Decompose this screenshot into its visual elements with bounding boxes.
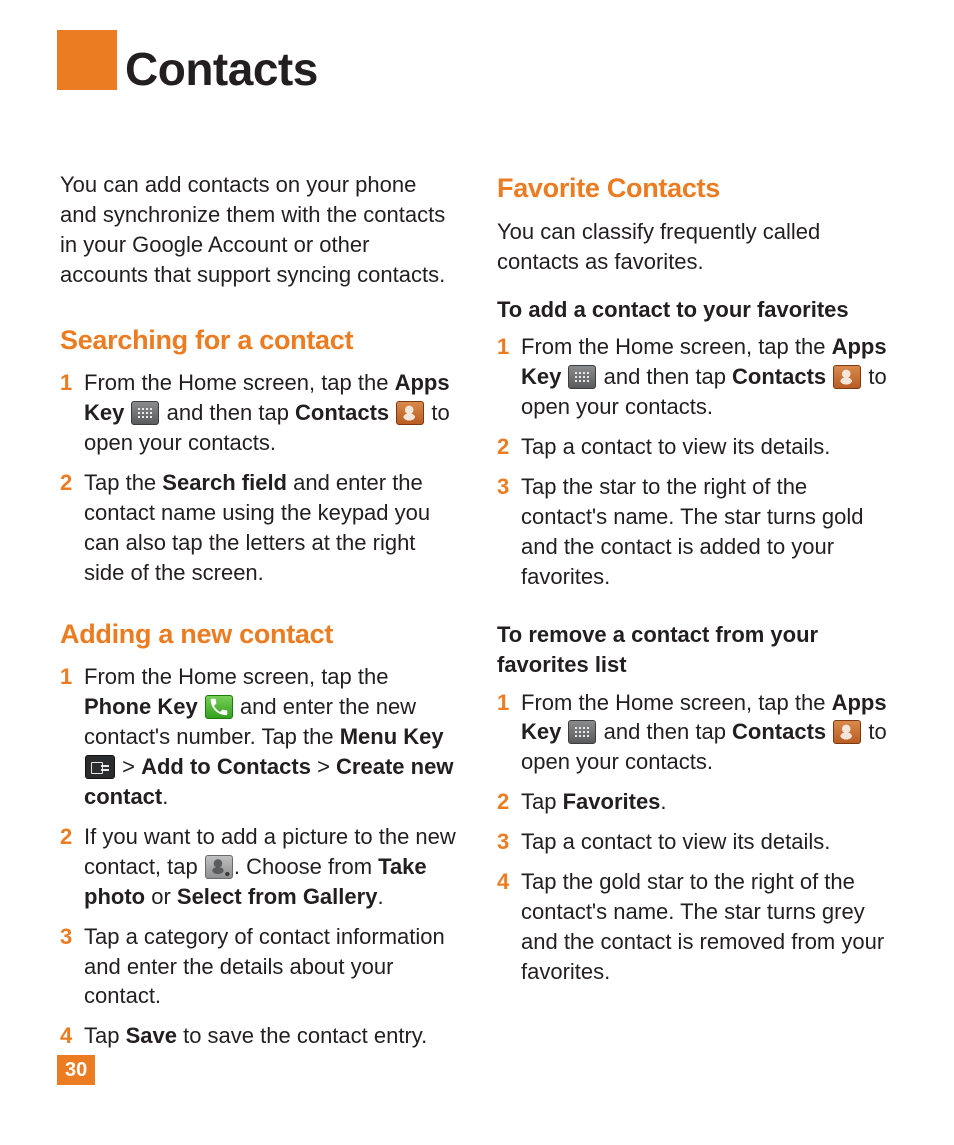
bold-text: Search field — [162, 470, 287, 495]
step-item: 3Tap the star to the right of the contac… — [497, 472, 894, 592]
content-columns: You can add contacts on your phone and s… — [60, 170, 894, 1079]
bold-text: Add to Contacts — [141, 754, 311, 779]
step-number: 2 — [60, 468, 72, 498]
page-title: Contacts — [125, 42, 318, 96]
step-item: 3Tap a category of contact information a… — [60, 922, 457, 1012]
step-item: 1From the Home screen, tap the Phone Key… — [60, 662, 457, 812]
sub-heading: To add a contact to your favorites — [497, 295, 894, 325]
bold-text: Contacts — [732, 364, 826, 389]
step-item: 1From the Home screen, tap the Apps Key … — [497, 688, 894, 778]
step-number: 1 — [60, 662, 72, 692]
bold-text: Phone Key — [84, 694, 198, 719]
bold-text: Contacts — [295, 400, 389, 425]
step-item: 4Tap Save to save the contact entry. — [60, 1021, 457, 1051]
step-item: 2Tap the Search field and enter the cont… — [60, 468, 457, 588]
bold-text: Contacts — [732, 719, 826, 744]
step-number: 3 — [497, 472, 509, 502]
step-item: 4Tap the gold star to the right of the c… — [497, 867, 894, 987]
step-item: 2Tap a contact to view its details. — [497, 432, 894, 462]
step-item: 2Tap Favorites. — [497, 787, 894, 817]
right-column: Favorite Contacts You can classify freque… — [497, 170, 894, 1079]
step-list: 1From the Home screen, tap the Phone Key… — [60, 662, 457, 1051]
apps-icon — [568, 365, 596, 389]
sub-heading: To remove a contact from your favorites … — [497, 620, 894, 680]
step-item: 2If you want to add a picture to the new… — [60, 822, 457, 912]
page-number: 30 — [57, 1055, 95, 1085]
contacts-icon — [833, 720, 861, 744]
left-column: You can add contacts on your phone and s… — [60, 170, 457, 1079]
intro-text: You can add contacts on your phone and s… — [60, 170, 457, 290]
step-number: 2 — [60, 822, 72, 852]
step-item: 3Tap a contact to view its details. — [497, 827, 894, 857]
step-number: 1 — [497, 332, 509, 362]
step-item: 1From the Home screen, tap the Apps Key … — [497, 332, 894, 422]
section-intro: You can classify frequently called conta… — [497, 217, 894, 277]
bold-text: Favorites — [563, 789, 661, 814]
contacts-icon — [833, 365, 861, 389]
section-heading: Favorite Contacts — [497, 170, 894, 207]
addphoto-icon — [205, 855, 233, 879]
section-heading: Adding a new contact — [60, 616, 457, 653]
contacts-icon — [396, 401, 424, 425]
step-list: 1From the Home screen, tap the Apps Key … — [60, 368, 457, 587]
step-number: 2 — [497, 432, 509, 462]
step-number: 1 — [60, 368, 72, 398]
apps-icon — [568, 720, 596, 744]
bold-text: Menu Key — [340, 724, 444, 749]
step-number: 3 — [497, 827, 509, 857]
step-number: 1 — [497, 688, 509, 718]
step-item: 1From the Home screen, tap the Apps Key … — [60, 368, 457, 458]
manual-page: Contacts You can add contacts on your ph… — [0, 0, 954, 1145]
step-number: 4 — [60, 1021, 72, 1051]
step-number: 4 — [497, 867, 509, 897]
apps-icon — [131, 401, 159, 425]
step-list: 1From the Home screen, tap the Apps Key … — [497, 688, 894, 987]
menu-icon — [85, 755, 115, 779]
title-accent-block — [57, 30, 117, 90]
bold-text: Select from Gallery — [177, 884, 378, 909]
phone-icon — [205, 695, 233, 719]
step-number: 3 — [60, 922, 72, 952]
step-list: 1From the Home screen, tap the Apps Key … — [497, 332, 894, 591]
bold-text: Save — [126, 1023, 177, 1048]
section-heading: Searching for a contact — [60, 322, 457, 359]
step-number: 2 — [497, 787, 509, 817]
